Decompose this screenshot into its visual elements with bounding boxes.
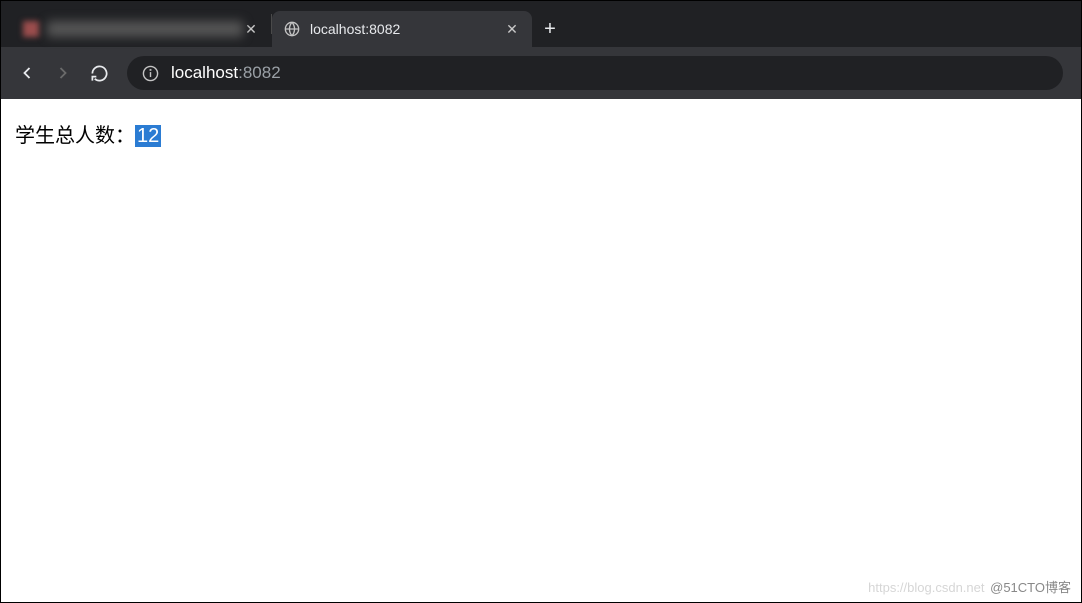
close-icon[interactable]: ✕ bbox=[504, 21, 520, 37]
browser-window: ✕ localhost:8082 ✕ + bbox=[0, 0, 1082, 603]
address-host: localhost bbox=[171, 63, 238, 83]
tab-inactive[interactable]: ✕ bbox=[11, 11, 271, 47]
new-tab-button[interactable]: + bbox=[532, 11, 568, 47]
address-text: localhost:8082 bbox=[171, 63, 281, 83]
student-count-label: 学生总人数： bbox=[15, 125, 135, 147]
tab-strip: ✕ localhost:8082 ✕ + bbox=[1, 1, 1081, 47]
globe-icon bbox=[284, 21, 300, 37]
toolbar: localhost:8082 bbox=[1, 47, 1081, 99]
watermark: https://blog.csdn.net @51CTO博客 bbox=[868, 577, 1071, 596]
info-icon[interactable] bbox=[141, 64, 159, 82]
student-count-value: 12 bbox=[135, 125, 161, 147]
back-button[interactable] bbox=[9, 55, 45, 91]
forward-button[interactable] bbox=[45, 55, 81, 91]
page-content: 学生总人数：12 https://blog.csdn.net @51CTO博客 bbox=[1, 99, 1081, 602]
watermark-text: @51CTO博客 bbox=[990, 580, 1071, 595]
content-line: 学生总人数：12 bbox=[15, 125, 161, 147]
tab-title: localhost:8082 bbox=[310, 21, 504, 37]
watermark-faint: https://blog.csdn.net bbox=[868, 580, 984, 595]
tab-active[interactable]: localhost:8082 ✕ bbox=[272, 11, 532, 47]
close-icon[interactable]: ✕ bbox=[243, 21, 259, 37]
tab-title-hidden bbox=[47, 21, 243, 37]
address-port: :8082 bbox=[238, 63, 281, 83]
address-bar[interactable]: localhost:8082 bbox=[127, 56, 1063, 90]
tab-favicon-hidden bbox=[23, 21, 39, 37]
reload-button[interactable] bbox=[81, 55, 117, 91]
